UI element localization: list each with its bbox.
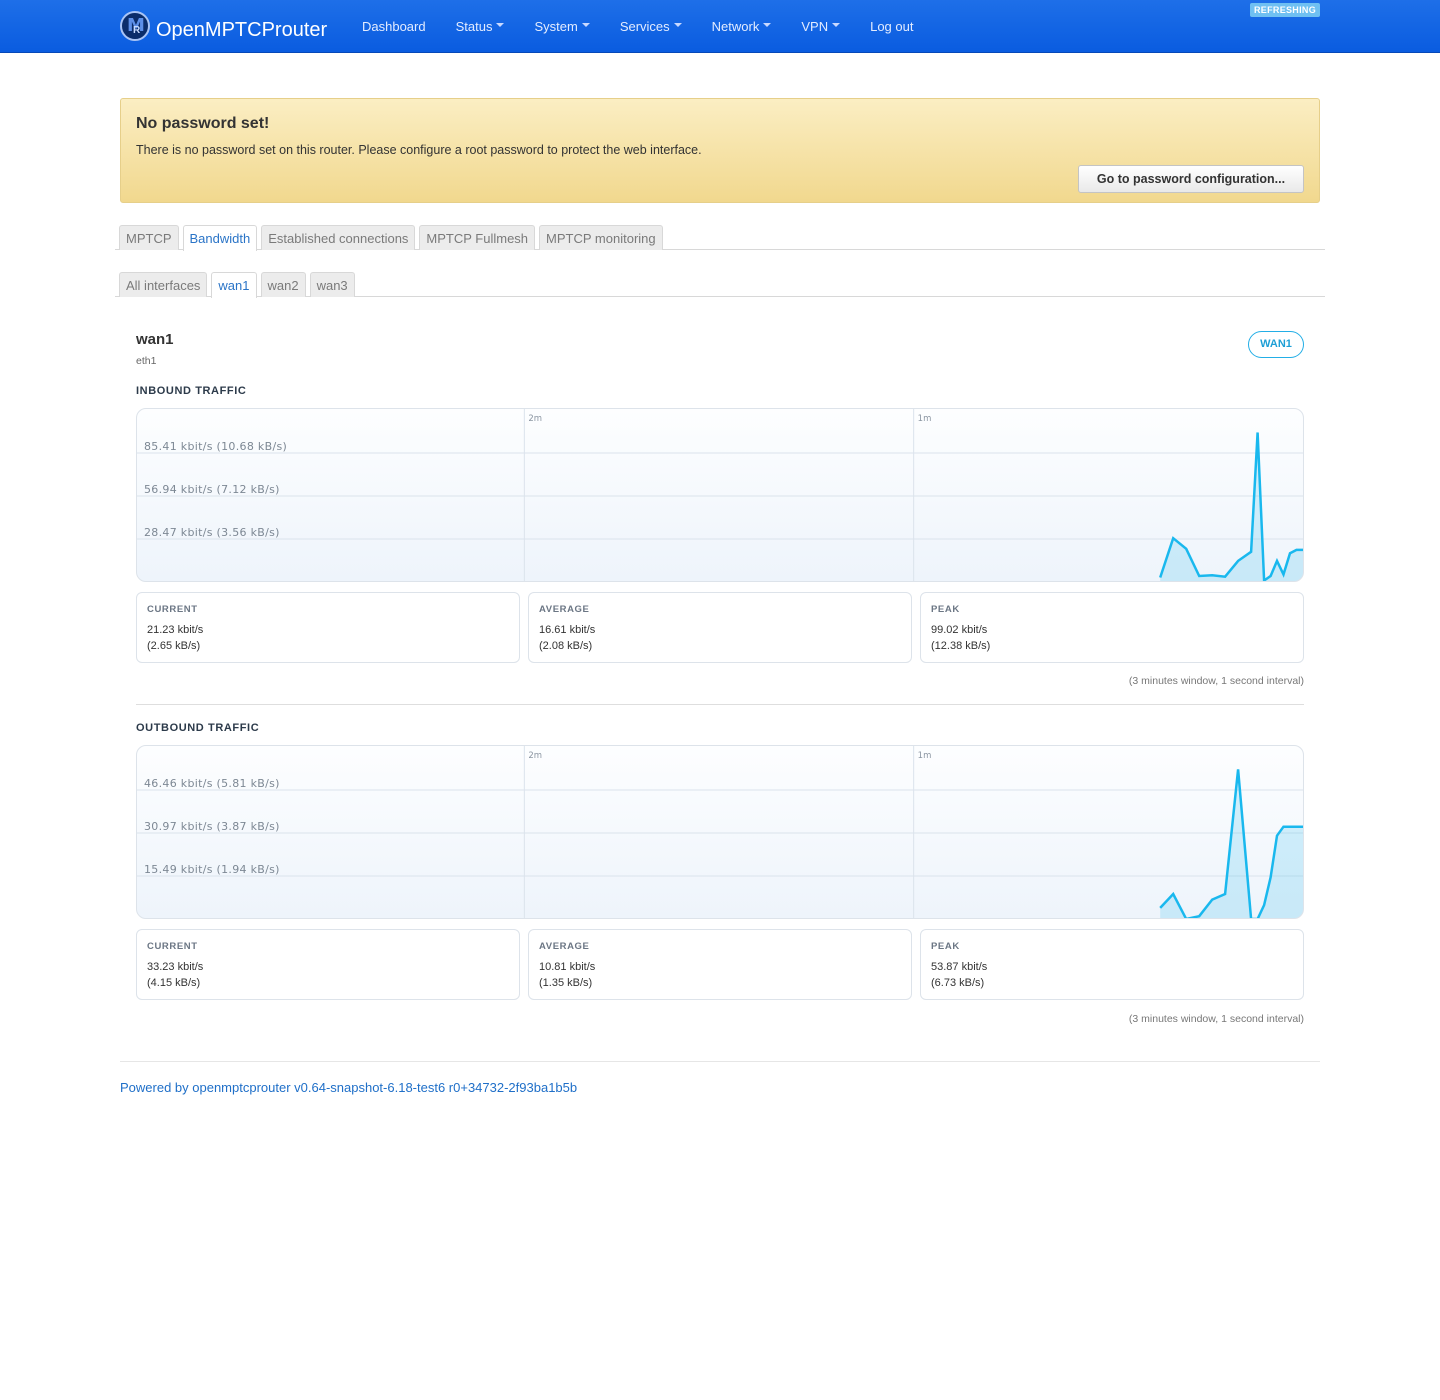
tab-established-connections[interactable]: Established connections xyxy=(261,225,416,250)
alert-message: There is no password set on this router.… xyxy=(136,143,702,157)
inbound-average-value: 16.61 kbit/s xyxy=(539,624,596,636)
inbound-peak-label: PEAK xyxy=(931,604,960,615)
interface-tabs: All interfaces wan1 wan2 wan3 xyxy=(115,272,1325,298)
series-area xyxy=(1160,769,1303,918)
caret-down-icon xyxy=(832,22,841,27)
inbound-title: INBOUND TRAFFIC xyxy=(136,385,247,397)
y-tick-label: 30.97 kbit/s (3.87 kB/s) xyxy=(144,820,280,833)
outbound-graph: 46.46 kbit/s (5.81 kB/s) 30.97 kbit/s (3.… xyxy=(136,745,1304,919)
logo-letter-r: R xyxy=(133,25,141,36)
inbound-average-card: AVERAGE 16.61 kbit/s (2.08 kB/s) xyxy=(528,592,912,663)
top-navbar: M R OpenMPTCProuter Dashboard Status Sys… xyxy=(0,0,1440,53)
tab-mptcp-fullmesh[interactable]: MPTCP Fullmesh xyxy=(419,225,536,250)
nav-services[interactable]: Services xyxy=(605,0,697,53)
inbound-window-note: (3 minutes window, 1 second interval) xyxy=(1128,675,1304,687)
footer-divider xyxy=(120,1061,1320,1062)
footer-version-link[interactable]: Powered by openmptcprouter v0.64-snapsho… xyxy=(120,1080,577,1095)
outbound-average-value: 10.81 kbit/s xyxy=(539,961,596,973)
y-tick-label: 15.49 kbit/s (1.94 kB/s) xyxy=(144,863,280,876)
y-tick-label: 46.46 kbit/s (5.81 kB/s) xyxy=(144,777,280,790)
outbound-average-label: AVERAGE xyxy=(539,941,590,952)
outbound-current-value: 33.23 kbit/s xyxy=(147,961,204,973)
x-tick-label: 2m xyxy=(528,414,542,424)
x-tick-label: 1m xyxy=(918,751,932,761)
y-tick-label: 28.47 kbit/s (3.56 kB/s) xyxy=(144,526,280,539)
outbound-title: OUTBOUND TRAFFIC xyxy=(136,722,260,734)
interface-device: eth1 xyxy=(136,355,157,367)
tab-all-interfaces[interactable]: All interfaces xyxy=(119,272,208,297)
series-area xyxy=(1160,432,1303,581)
outbound-chart-svg: 46.46 kbit/s (5.81 kB/s) 30.97 kbit/s (3.… xyxy=(137,746,1303,918)
nav-dashboard-label: Dashboard xyxy=(362,19,426,34)
nav-system-label: System xyxy=(534,19,578,34)
no-password-alert: No password set! There is no password se… xyxy=(120,98,1320,203)
main-tabs: MPTCP Bandwidth Established connections … xyxy=(115,225,1325,251)
interface-badge: WAN1 xyxy=(1248,331,1304,358)
inbound-average-bytes: (2.08 kB/s) xyxy=(539,640,593,652)
nav-services-label: Services xyxy=(619,19,670,34)
interface-title: wan1 xyxy=(136,331,174,348)
nav-network[interactable]: Network xyxy=(697,0,787,53)
outbound-current-bytes: (4.15 kB/s) xyxy=(147,977,201,989)
inbound-current-bytes: (2.65 kB/s) xyxy=(147,640,201,652)
outbound-average-card: AVERAGE 10.81 kbit/s (1.35 kB/s) xyxy=(528,929,912,1000)
brand-logo: M R xyxy=(120,11,150,41)
tab-bandwidth[interactable]: Bandwidth xyxy=(182,225,258,251)
x-tick-label: 2m xyxy=(528,751,542,761)
y-tick-label: 56.94 kbit/s (7.12 kB/s) xyxy=(144,483,280,496)
caret-down-icon xyxy=(673,22,682,27)
nav-vpn-label: VPN xyxy=(801,19,829,34)
nav-status-label: Status xyxy=(455,19,493,34)
outbound-peak-label: PEAK xyxy=(931,941,960,952)
inbound-current-card: CURRENT 21.23 kbit/s (2.65 kB/s) xyxy=(136,592,520,663)
y-tick-label: 85.41 kbit/s (10.68 kB/s) xyxy=(144,440,287,453)
brand-name[interactable]: OpenMPTCProuter xyxy=(156,19,327,42)
nav-dashboard[interactable]: Dashboard xyxy=(347,0,441,53)
outbound-current-label: CURRENT xyxy=(147,941,198,952)
outbound-peak-card: PEAK 53.87 kbit/s (6.73 kB/s) xyxy=(920,929,1304,1000)
x-tick-label: 1m xyxy=(918,414,932,424)
nav-status[interactable]: Status xyxy=(441,0,520,53)
nav-vpn[interactable]: VPN xyxy=(786,0,855,53)
outbound-peak-bytes: (6.73 kB/s) xyxy=(931,977,985,989)
inbound-peak-bytes: (12.38 kB/s) xyxy=(931,640,991,652)
tab-mptcp-monitoring[interactable]: MPTCP monitoring xyxy=(539,225,663,250)
outbound-peak-value: 53.87 kbit/s xyxy=(931,961,988,973)
main-nav: Dashboard Status System Services Network… xyxy=(347,0,928,53)
inbound-graph: 85.41 kbit/s (10.68 kB/s) 56.94 kbit/s (7… xyxy=(136,408,1304,582)
brand[interactable]: M R OpenMPTCProuter xyxy=(120,8,327,44)
inbound-chart-svg: 85.41 kbit/s (10.68 kB/s) 56.94 kbit/s (7… xyxy=(137,409,1303,581)
refreshing-badge[interactable]: REFRESHING xyxy=(1250,3,1321,17)
outbound-current-card: CURRENT 33.23 kbit/s (4.15 kB/s) xyxy=(136,929,520,1000)
tab-wan1[interactable]: wan1 xyxy=(211,272,257,298)
nav-logout-label: Log out xyxy=(870,19,914,34)
section-divider xyxy=(136,704,1304,705)
tab-mptcp[interactable]: MPTCP xyxy=(119,225,179,250)
caret-down-icon xyxy=(581,22,590,27)
caret-down-icon xyxy=(496,22,505,27)
inbound-peak-value: 99.02 kbit/s xyxy=(931,624,988,636)
inbound-peak-card: PEAK 99.02 kbit/s (12.38 kB/s) xyxy=(920,592,1304,663)
inbound-current-label: CURRENT xyxy=(147,604,198,615)
inbound-average-label: AVERAGE xyxy=(539,604,590,615)
nav-logout[interactable]: Log out xyxy=(855,0,928,53)
outbound-window-note: (3 minutes window, 1 second interval) xyxy=(1128,1013,1304,1025)
alert-title: No password set! xyxy=(136,115,270,132)
nav-network-label: Network xyxy=(711,19,760,34)
outbound-average-bytes: (1.35 kB/s) xyxy=(539,977,593,989)
inbound-current-value: 21.23 kbit/s xyxy=(147,624,204,636)
tab-wan3[interactable]: wan3 xyxy=(309,272,355,297)
caret-down-icon xyxy=(763,22,772,27)
nav-system[interactable]: System xyxy=(519,0,604,53)
tab-wan2[interactable]: wan2 xyxy=(260,272,306,297)
password-config-button[interactable]: Go to password configuration... xyxy=(1078,165,1304,193)
